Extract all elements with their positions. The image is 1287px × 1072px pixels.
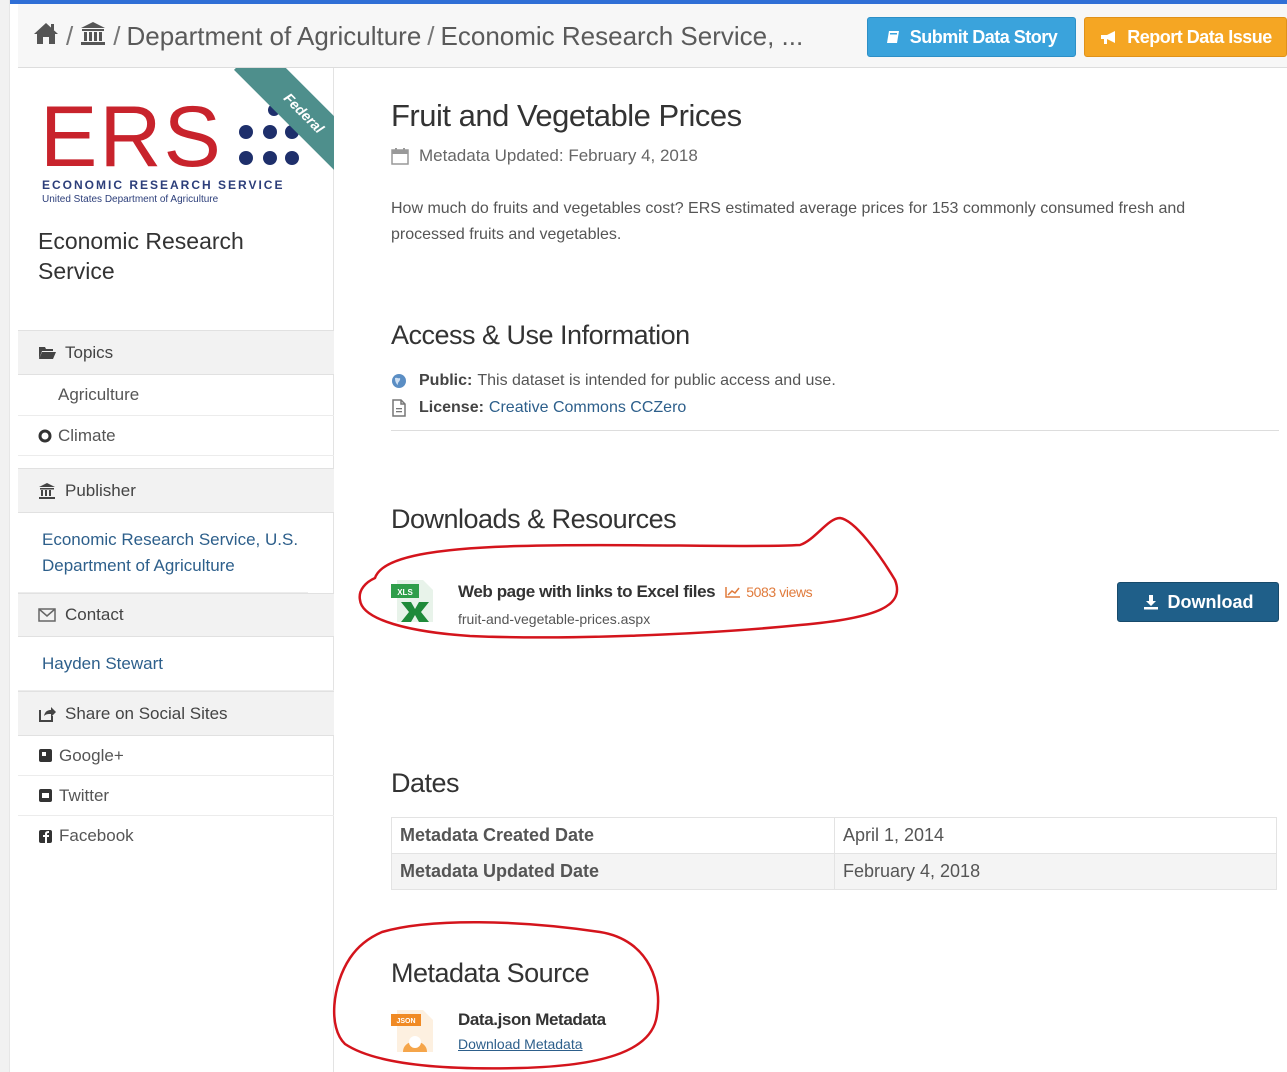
share-twitter[interactable]: Twitter (18, 776, 334, 816)
share-header: Share on Social Sites (18, 691, 334, 736)
share-icon (39, 706, 56, 722)
excel-file-icon-label: XLS (397, 588, 413, 597)
json-file-icon-label: JSON (396, 1018, 415, 1025)
book-icon (886, 31, 899, 43)
excel-file-icon[interactable]: XLS (391, 578, 437, 624)
envelope-icon (38, 608, 56, 622)
contact-name: Hayden Stewart (42, 653, 163, 673)
social-label: Google+ (59, 745, 124, 765)
license-link[interactable]: Creative Commons CCZero (489, 399, 686, 417)
submit-data-story-button[interactable]: Submit Data Story (867, 17, 1076, 57)
table-row: Metadata Created Date April 1, 2014 (391, 817, 1277, 854)
logo-letters: ERS (40, 89, 223, 185)
bullhorn-icon (1101, 31, 1116, 44)
topics-label: Topics (65, 342, 114, 362)
breadcrumb-separator: / (427, 21, 435, 51)
social-label: Facebook (59, 826, 134, 845)
download-label: Download (1167, 591, 1254, 612)
json-file-icon[interactable]: JSON (391, 1008, 437, 1054)
breadcrumb-separator: / (66, 21, 74, 51)
download-metadata-link[interactable]: Download Metadata (458, 1036, 583, 1052)
license-row: License: Creative Commons CCZero (391, 399, 686, 417)
share-facebook[interactable]: Facebook (18, 816, 334, 856)
metadata-updated-text: Metadata Updated: February 4, 2018 (419, 146, 698, 165)
download-button[interactable]: Download (1117, 582, 1279, 622)
downloads-heading: Downloads & Resources (391, 504, 677, 534)
dates-heading: Dates (391, 768, 460, 798)
folder-open-icon (39, 346, 56, 359)
federal-ribbon: Federal (214, 68, 334, 188)
date-value: April 1, 2014 (834, 817, 1277, 854)
resource-name[interactable]: Web page with links to Excel files 5083 … (458, 582, 813, 602)
divider (391, 430, 1279, 431)
header-bar: / / Department of Agriculture / Economic… (18, 4, 1287, 68)
public-text: This dataset is intended for public acce… (477, 372, 836, 389)
share-google-plus[interactable]: Google+ (18, 736, 334, 776)
topic-label: Climate (58, 425, 116, 445)
publisher-label: Publisher (65, 480, 136, 500)
date-key: Metadata Updated Date (391, 853, 835, 890)
left-gutter (0, 0, 10, 1072)
topics-header: Topics (18, 330, 334, 375)
metadata-source-name: Data.json Metadata (458, 1010, 606, 1029)
contact-label: Contact (65, 605, 124, 624)
logo-subtagline: United States Department of Agriculture (42, 194, 219, 205)
resource-item: XLS Web page with links to Excel files 5… (391, 578, 1281, 638)
line-chart-icon (725, 587, 741, 598)
circle-icon (38, 429, 52, 442)
topic-item-agriculture[interactable]: Agriculture (18, 375, 334, 416)
breadcrumb-department[interactable]: Department of Agriculture (126, 21, 421, 52)
google-plus-icon (39, 749, 52, 762)
contact-link[interactable]: Hayden Stewart (18, 637, 334, 691)
date-value: February 4, 2018 (834, 853, 1277, 890)
institution-icon[interactable] (79, 20, 107, 53)
table-row: Metadata Updated Date February 4, 2018 (391, 853, 1277, 890)
federal-ribbon-label: Federal (233, 68, 334, 184)
publisher-link[interactable]: Economic Research Service, U.S. Departme… (18, 513, 308, 593)
institution-icon (39, 482, 55, 499)
date-key: Metadata Created Date (391, 817, 835, 854)
metadata-source-heading: Metadata Source (391, 958, 590, 988)
public-label: Public: (419, 372, 473, 389)
twitter-icon (39, 789, 52, 802)
calendar-icon (391, 148, 409, 165)
breadcrumb: / / Department of Agriculture / Economic… (32, 20, 803, 53)
resource-filename: fruit-and-vegetable-prices.aspx (458, 611, 651, 627)
breadcrumb-separator: / (113, 21, 121, 51)
report-data-issue-label: Report Data Issue (1127, 26, 1272, 47)
social-label: Twitter (59, 785, 110, 805)
topic-label: Agriculture (58, 385, 140, 404)
views-count: 5083 views (725, 584, 813, 600)
submit-data-story-label: Submit Data Story (909, 26, 1058, 47)
publisher-header: Publisher (18, 468, 334, 513)
license-label: License: (419, 399, 484, 416)
file-text-icon (392, 399, 406, 417)
contact-header: Contact (18, 593, 334, 637)
sidebar: ERS ECONOMIC RESEARCH SERVICE United Sta… (18, 68, 334, 1072)
breadcrumb-agency[interactable]: Economic Research Service, ... (441, 21, 804, 52)
globe-icon (392, 374, 406, 388)
dataset-description: How much do fruits and vegetables cost? … (391, 200, 1186, 243)
publisher-name: Economic Research Service, U.S. Departme… (42, 529, 299, 575)
organization-name: Economic Research Service (38, 228, 244, 284)
dates-table: Metadata Created Date April 1, 2014 Meta… (391, 817, 1277, 890)
report-data-issue-button[interactable]: Report Data Issue (1084, 17, 1287, 57)
facebook-icon (39, 829, 52, 843)
topic-item-climate[interactable]: Climate (18, 416, 334, 456)
home-icon[interactable] (32, 20, 60, 53)
public-access-row: Public: This dataset is intended for pub… (391, 372, 836, 390)
share-label: Share on Social Sites (65, 703, 228, 723)
resource-title: Web page with links to Excel files (458, 582, 716, 601)
download-icon (1143, 595, 1158, 610)
page-title: Fruit and Vegetable Prices (391, 98, 742, 133)
access-heading: Access & Use Information (391, 320, 690, 350)
metadata-updated: Metadata Updated: February 4, 2018 (391, 146, 698, 166)
views-text: 5083 views (746, 584, 813, 600)
